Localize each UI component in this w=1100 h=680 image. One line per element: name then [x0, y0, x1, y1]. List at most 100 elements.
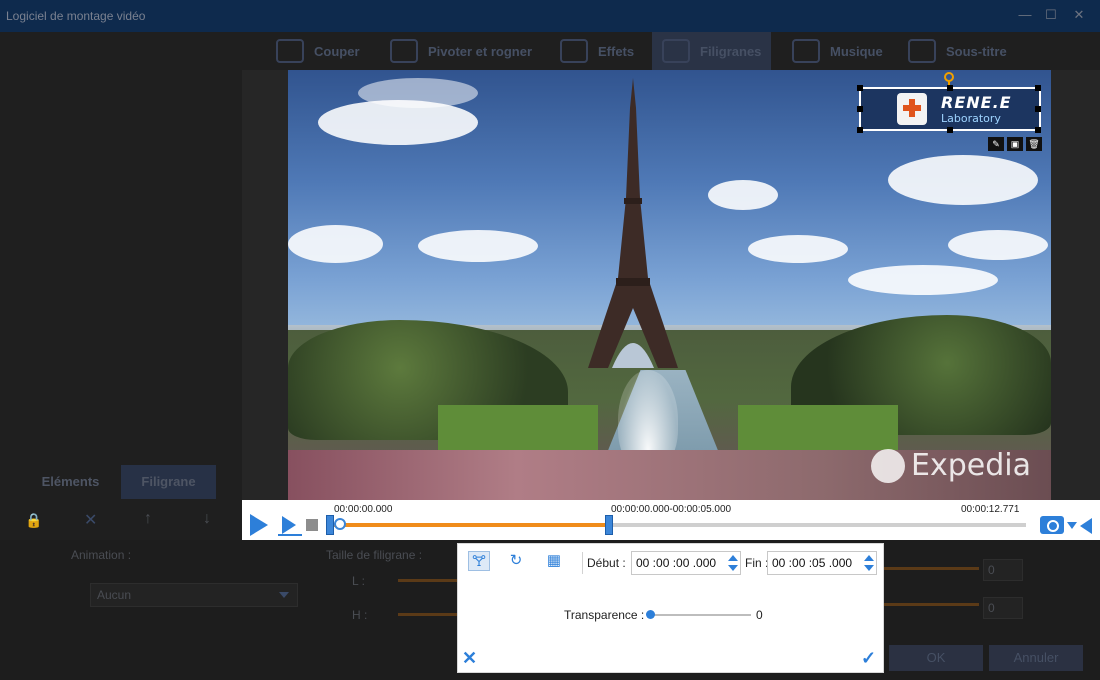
tab-label: Sous-titre — [946, 43, 1007, 59]
minimize-icon[interactable]: — — [1018, 8, 1032, 22]
resize-handle[interactable] — [1035, 85, 1041, 91]
spin-down-icon[interactable] — [864, 565, 874, 571]
height-label: H : — [352, 608, 368, 622]
cloud — [948, 230, 1048, 260]
expedia-logo: Expedia — [871, 448, 1031, 483]
animation-select[interactable]: Aucun — [90, 583, 298, 607]
tab-label: Pivoter et rogner — [428, 43, 533, 59]
cross-horizontal — [903, 105, 921, 111]
timeline-start-time: 00:00:00.000 — [334, 504, 393, 515]
watermark-sub: Laboratory — [941, 112, 1001, 125]
playhead-knob[interactable] — [334, 518, 346, 530]
spin-up-icon[interactable] — [728, 555, 738, 561]
tab-label: Filigranes — [700, 43, 762, 59]
editor-toolbar: Couper Pivoter et rogner Effets Filigran… — [242, 32, 1100, 70]
fin-label: Fin : — [745, 556, 769, 570]
video-preview[interactable]: Expedia — [288, 70, 1051, 500]
tab-elements[interactable]: Eléments — [23, 465, 118, 499]
resize-handle[interactable] — [857, 85, 863, 91]
watermark-glass-icon[interactable]: 🝖 — [468, 551, 490, 571]
image-icon[interactable]: ▣ — [1007, 137, 1023, 151]
close-icon[interactable]: ✕ — [1072, 8, 1086, 22]
confirm-check-icon[interactable]: ✓ — [861, 648, 876, 669]
tab-effets[interactable]: Effets — [560, 32, 634, 70]
timeline-range-time: 00:00:00.000-00:00:05.000 — [611, 504, 732, 515]
slider-track[interactable] — [884, 567, 979, 570]
edit-pencil-icon[interactable]: ✎ — [988, 137, 1004, 151]
lawn — [438, 405, 598, 455]
transparence-knob[interactable] — [646, 610, 655, 619]
tab-label: Musique — [830, 43, 883, 59]
volume-icon[interactable] — [1080, 518, 1092, 534]
spin-up-icon[interactable] — [864, 555, 874, 561]
subtitle-icon — [908, 39, 936, 63]
maximize-icon[interactable]: ☐ — [1044, 8, 1058, 22]
tab-filigranes[interactable]: Filigranes — [652, 32, 772, 70]
grid-select-icon[interactable]: ▦ — [543, 551, 565, 571]
height-input[interactable]: 0 — [983, 597, 1023, 619]
transparence-slider[interactable] — [649, 614, 751, 616]
chevron-down-icon — [279, 592, 289, 598]
debut-label: Début : — [587, 556, 626, 570]
camera-icon[interactable] — [1040, 516, 1064, 534]
resize-handle[interactable] — [1035, 127, 1041, 133]
timeline-selection — [332, 523, 612, 527]
debut-value: 00 :00 :00 .000 — [636, 556, 717, 570]
animation-value: Aucun — [97, 588, 132, 602]
delete-x-icon[interactable]: ✕ — [84, 510, 97, 530]
timeline-start-marker[interactable] — [326, 515, 334, 535]
tab-sous-titre[interactable]: Sous-titre — [908, 32, 1007, 70]
height-slider[interactable] — [398, 613, 458, 616]
fin-time-input[interactable]: 00 :00 :05 .000 — [767, 551, 877, 575]
ok-button[interactable]: OK — [889, 645, 983, 671]
stop-icon[interactable] — [306, 519, 318, 531]
timeline-end-marker[interactable] — [605, 515, 613, 535]
move-down-icon[interactable]: ↓ — [203, 510, 211, 528]
resize-handle[interactable] — [947, 127, 953, 133]
animation-label: Animation : — [71, 548, 132, 562]
tab-pivoter-rogner[interactable]: Pivoter et rogner — [390, 32, 532, 70]
tab-couper[interactable]: Couper — [276, 32, 360, 70]
spin-down-icon[interactable] — [728, 565, 738, 571]
size-label: Taille de filigrane : — [326, 548, 423, 562]
move-up-icon[interactable]: ↑ — [144, 510, 152, 528]
expedia-globe-icon — [871, 448, 905, 483]
watermark-timing-popup: 🝖 ↻ ▦ Début : 00 :00 :00 .000 Fin : 00 :… — [457, 543, 884, 673]
tab-label: Couper — [314, 43, 360, 59]
tab-musique[interactable]: Musique — [792, 32, 883, 70]
transparence-value: 0 — [756, 608, 763, 622]
cloud — [708, 180, 778, 210]
cloud — [888, 155, 1038, 205]
resize-handle[interactable] — [947, 85, 953, 91]
width-slider[interactable] — [398, 579, 458, 582]
watermark-box[interactable]: RENE.E Laboratory — [857, 85, 1041, 133]
effects-icon — [560, 39, 588, 63]
watermark-name: RENE.E — [941, 93, 1012, 112]
close-icon[interactable]: ✕ — [462, 648, 477, 669]
play-selection-icon[interactable] — [278, 516, 302, 536]
left-toolbar: 🔒 ✕ ↑ ↓ — [0, 500, 242, 540]
cloud — [748, 235, 848, 263]
watermark-icon — [662, 39, 690, 63]
debut-time-input[interactable]: 00 :00 :00 .000 — [631, 551, 741, 575]
cloud — [418, 230, 538, 262]
play-icon[interactable] — [250, 514, 268, 536]
resize-handle[interactable] — [857, 106, 863, 112]
rotate-handle[interactable] — [944, 72, 954, 82]
width-input[interactable]: 0 — [983, 559, 1023, 581]
timeline-track[interactable] — [332, 523, 1026, 527]
timeline-bar: 00:00:00.000 00:00:00.000-00:00:05.000 0… — [242, 500, 1100, 540]
tab-filigrane[interactable]: Filigrane — [121, 465, 216, 499]
expedia-text: Expedia — [911, 448, 1031, 483]
cloud — [848, 265, 998, 295]
refresh-icon[interactable]: ↻ — [505, 551, 527, 571]
slider-track[interactable] — [884, 603, 979, 606]
chevron-down-icon[interactable] — [1067, 522, 1077, 529]
delete-icon[interactable]: 🗑 — [1026, 137, 1042, 151]
lock-icon[interactable]: 🔒 — [25, 512, 42, 529]
cancel-button[interactable]: Annuler — [989, 645, 1083, 671]
tab-label: Effets — [598, 43, 635, 59]
resize-handle[interactable] — [857, 127, 863, 133]
fin-value: 00 :00 :05 .000 — [772, 556, 853, 570]
resize-handle[interactable] — [1035, 106, 1041, 112]
